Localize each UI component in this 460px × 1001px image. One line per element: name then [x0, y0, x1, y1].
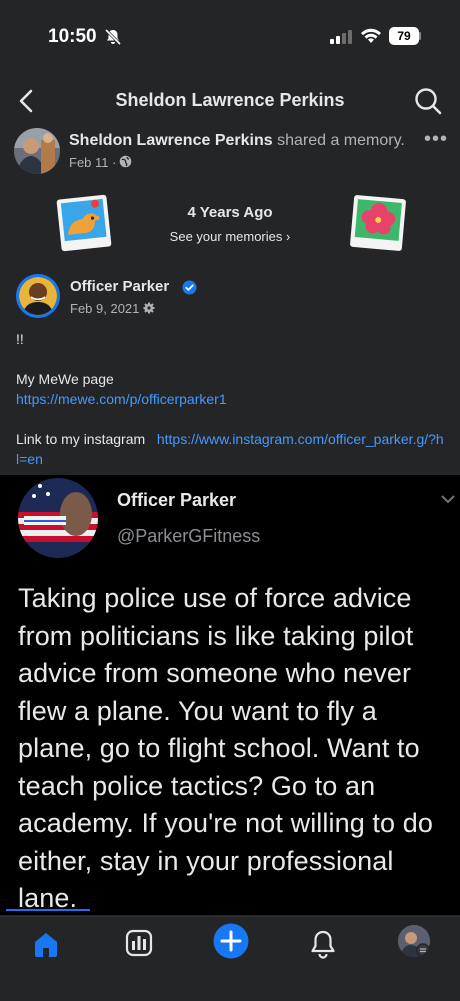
post-header: Sheldon Lawrence Perkins shared a memory…	[69, 132, 405, 150]
post-action: shared a memory.	[272, 132, 405, 149]
mewe-link[interactable]: https://mewe.com/p/officerparker1	[16, 391, 227, 407]
search-icon[interactable]	[414, 87, 442, 115]
verified-badge-icon	[182, 280, 197, 295]
battery-icon: 79	[389, 27, 419, 45]
tweet-text: Taking police use of force advice from p…	[18, 583, 433, 913]
shared-post-date[interactable]: Feb 9, 2021 ·	[70, 301, 147, 316]
post-line: !!	[16, 331, 24, 347]
chevron-down-icon	[441, 495, 455, 504]
instagram-label: Link to my instagram	[16, 431, 146, 447]
home-icon[interactable]	[31, 929, 61, 959]
post-body: !! My MeWe page https://mewe.com/p/offic…	[16, 329, 446, 469]
wifi-icon	[361, 28, 381, 43]
see-memories-link[interactable]: See your memories ›	[0, 229, 460, 244]
bell-icon[interactable]	[309, 929, 337, 959]
tweet-handle: @ParkerGFitness	[117, 526, 261, 546]
gear-icon	[143, 302, 155, 314]
avatar[interactable]	[16, 274, 60, 318]
signal-icon	[330, 30, 352, 44]
tweet-author-name: Officer Parker	[117, 490, 237, 510]
memory-title: 4 Years Ago	[187, 204, 273, 221]
memory-flower-photo-icon	[350, 195, 406, 251]
tweet-screenshot[interactable]: Officer Parker @ParkerGFitness Taking po…	[0, 475, 460, 915]
avatar[interactable]	[14, 128, 60, 174]
profile-avatar[interactable]	[398, 925, 430, 957]
post-author[interactable]: Sheldon Lawrence Perkins	[69, 132, 273, 149]
page-title: Sheldon Lawrence Perkins	[115, 90, 345, 110]
mewe-label: My MeWe page	[16, 371, 114, 387]
more-options-icon[interactable]: •••	[424, 128, 448, 151]
post-date[interactable]: Feb 11 ·	[69, 155, 116, 170]
status-time: 10:50	[48, 26, 97, 47]
memory-dog-photo-icon	[56, 194, 112, 252]
tweet-avatar	[18, 478, 98, 558]
globe-icon	[119, 155, 132, 168]
bell-off-icon	[104, 28, 122, 46]
tab-bar	[0, 916, 460, 1001]
create-icon[interactable]	[213, 923, 249, 959]
dashboard-icon[interactable]	[125, 929, 153, 957]
battery-tip	[419, 32, 421, 40]
shared-post-author[interactable]: Officer Parker	[70, 278, 169, 295]
scroll-indicator	[6, 909, 90, 911]
